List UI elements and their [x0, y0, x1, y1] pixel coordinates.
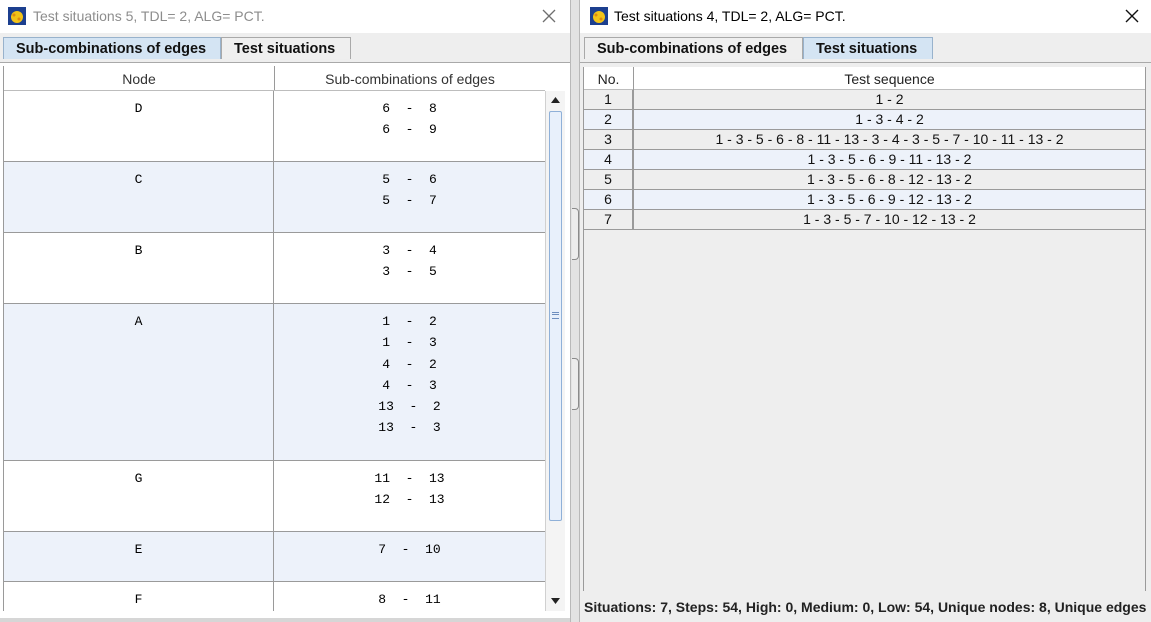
table-row[interactable]: D 6 - 8 6 - 9 — [4, 91, 545, 162]
app-logo-icon — [590, 7, 608, 25]
left-table-header: Node Sub-combinations of edges — [4, 66, 545, 91]
edge-pair: 8 - 11 — [378, 592, 441, 607]
column-header-edges[interactable]: Sub-combinations of edges — [274, 66, 545, 90]
app-logo-icon — [8, 7, 26, 25]
left-tab-strip: Sub-combinations of edges Test situation… — [0, 35, 570, 62]
table-row[interactable]: C 5 - 6 5 - 7 — [4, 162, 545, 233]
arrow-down-icon[interactable] — [546, 592, 565, 610]
row-number: 2 — [584, 110, 633, 129]
column-header-sequence[interactable]: Test sequence — [633, 67, 1146, 89]
grip-icon — [552, 312, 559, 319]
edge-pair: 5 - 7 — [382, 193, 437, 209]
node-cell: G — [4, 461, 274, 531]
table-row[interactable]: B 3 - 4 3 - 5 — [4, 233, 545, 304]
node-cell: D — [4, 91, 274, 161]
tab-sub-combinations[interactable]: Sub-combinations of edges — [3, 37, 221, 59]
table-row[interactable]: 2 1 - 3 - 4 - 2 — [584, 110, 1146, 130]
tab-sub-combinations[interactable]: Sub-combinations of edges — [584, 37, 803, 59]
close-icon[interactable] — [538, 5, 560, 27]
edges-cell: 5 - 6 5 - 7 — [274, 162, 545, 232]
table-right-border — [1145, 67, 1146, 591]
table-empty-area — [584, 230, 1146, 591]
edges-cell: 7 - 10 — [274, 532, 545, 581]
table-row[interactable]: G 11 - 13 12 - 13 — [4, 461, 545, 532]
window-gap — [571, 0, 579, 622]
edge-pair: 3 - 4 — [382, 243, 437, 258]
row-number: 3 — [584, 130, 633, 149]
row-number: 7 — [584, 210, 633, 229]
test-sequence-cell: 1 - 2 — [875, 91, 904, 107]
column-divider — [633, 67, 634, 230]
right-table-header: No. Test sequence — [584, 67, 1146, 90]
table-row[interactable]: E 7 - 10 — [4, 532, 545, 582]
table-left-border — [3, 66, 4, 611]
edge-pair: 3 - 5 — [382, 264, 437, 280]
row-number: 1 — [584, 90, 633, 109]
edge-pair: 4 - 2 — [382, 356, 437, 372]
vertical-scrollbar[interactable] — [545, 91, 565, 611]
row-number: 6 — [584, 190, 633, 209]
test-sequence-cell: 1 - 3 - 5 - 6 - 9 - 11 - 13 - 2 — [807, 151, 972, 167]
node-cell: A — [4, 304, 274, 460]
right-window: Test situations 4, TDL= 2, ALG= PCT. Sub… — [579, 0, 1151, 622]
edge-pair: 11 - 13 — [374, 471, 445, 486]
table-row[interactable]: 4 1 - 3 - 5 - 6 - 9 - 11 - 13 - 2 — [584, 150, 1146, 170]
edges-cell: 6 - 8 6 - 9 — [274, 91, 545, 161]
left-table-panel: Node Sub-combinations of edges D6 - 86 -… — [0, 62, 570, 622]
node-cell: F — [4, 582, 274, 611]
splitter-handle[interactable] — [572, 208, 579, 260]
table-row[interactable]: 3 1 - 3 - 5 - 6 - 8 - 11 - 13 - 3 - 4 - 3… — [584, 130, 1146, 150]
test-sequence-cell: 1 - 3 - 5 - 6 - 8 - 12 - 13 - 2 — [807, 171, 972, 187]
left-title-bar[interactable]: Test situations 5, TDL= 2, ALG= PCT. — [0, 0, 570, 33]
tab-test-situations[interactable]: Test situations — [803, 37, 933, 59]
edge-pair: 1 - 3 — [382, 335, 437, 351]
edge-pair: 1 - 2 — [382, 314, 437, 329]
edge-pair: 13 - 2 — [378, 399, 441, 415]
test-sequence-cell: 1 - 3 - 5 - 7 - 10 - 12 - 13 - 2 — [803, 211, 976, 227]
edge-pair: 5 - 6 — [382, 172, 437, 187]
splitter-handle[interactable] — [572, 358, 579, 410]
left-table-body: D6 - 86 - 9C5 - 65 - 7B3 - 43 - 5A1 - 21… — [4, 91, 545, 611]
left-window-title: Test situations 5, TDL= 2, ALG= PCT. — [33, 8, 265, 24]
tab-test-situations[interactable]: Test situations — [221, 37, 351, 59]
edges-cell: 11 - 13 12 - 13 — [274, 461, 545, 531]
node-cell: C — [4, 162, 274, 232]
left-window: Test situations 5, TDL= 2, ALG= PCT. Sub… — [0, 0, 571, 622]
test-sequence-table: No. Test sequence 1 1 - 2 2 1 - 3 - 4 - 2 3 1… — [584, 67, 1146, 591]
edges-cell: 1 - 2 1 - 3 4 - 2 4 - 3 13 - 2 13 - 3 — [274, 304, 545, 460]
edge-pair: 7 - 10 — [378, 542, 441, 557]
row-number: 4 — [584, 150, 633, 169]
edge-pair: 6 - 8 — [382, 101, 437, 116]
arrow-up-icon[interactable] — [546, 91, 565, 109]
left-bottom-strip — [0, 618, 570, 622]
right-title-bar[interactable]: Test situations 4, TDL= 2, ALG= PCT. — [580, 0, 1151, 33]
edge-pair: 13 - 3 — [378, 420, 441, 436]
right-tab-strip: Sub-combinations of edges Test situation… — [580, 35, 1151, 62]
table-row[interactable]: 1 1 - 2 — [584, 90, 1146, 110]
scrollbar-thumb[interactable] — [549, 111, 562, 521]
row-number: 5 — [584, 170, 633, 189]
column-header-node[interactable]: Node — [4, 66, 274, 90]
right-table-panel: No. Test sequence 1 1 - 2 2 1 - 3 - 4 - 2 3 1… — [580, 62, 1151, 622]
table-left-border — [583, 67, 584, 591]
edge-pair: 4 - 3 — [382, 377, 437, 393]
edges-cell: 8 - 11 — [274, 582, 545, 611]
table-row[interactable]: F 8 - 11 — [4, 582, 545, 611]
table-row[interactable]: A 1 - 2 1 - 3 4 - 2 4 - 3 13 - 2 13 - 3 — [4, 304, 545, 461]
close-icon[interactable] — [1121, 5, 1143, 27]
node-cell: B — [4, 233, 274, 303]
edge-pair: 6 - 9 — [382, 122, 437, 138]
edges-cell: 3 - 4 3 - 5 — [274, 233, 545, 303]
table-row[interactable]: 5 1 - 3 - 5 - 6 - 8 - 12 - 13 - 2 — [584, 170, 1146, 190]
test-sequence-cell: 1 - 3 - 5 - 6 - 8 - 11 - 13 - 3 - 4 - 3 … — [715, 131, 1064, 147]
table-row[interactable]: 6 1 - 3 - 5 - 6 - 9 - 12 - 13 - 2 — [584, 190, 1146, 210]
edge-pair: 12 - 13 — [374, 492, 445, 508]
table-row[interactable]: 7 1 - 3 - 5 - 7 - 10 - 12 - 13 - 2 — [584, 210, 1146, 230]
status-bar: Situations: 7, Steps: 54, High: 0, Mediu… — [584, 599, 1147, 615]
test-sequence-cell: 1 - 3 - 4 - 2 — [855, 111, 924, 127]
column-header-no[interactable]: No. — [584, 67, 633, 89]
test-sequence-cell: 1 - 3 - 5 - 6 - 9 - 12 - 13 - 2 — [807, 191, 972, 207]
node-cell: E — [4, 532, 274, 581]
right-window-title: Test situations 4, TDL= 2, ALG= PCT. — [614, 8, 846, 24]
